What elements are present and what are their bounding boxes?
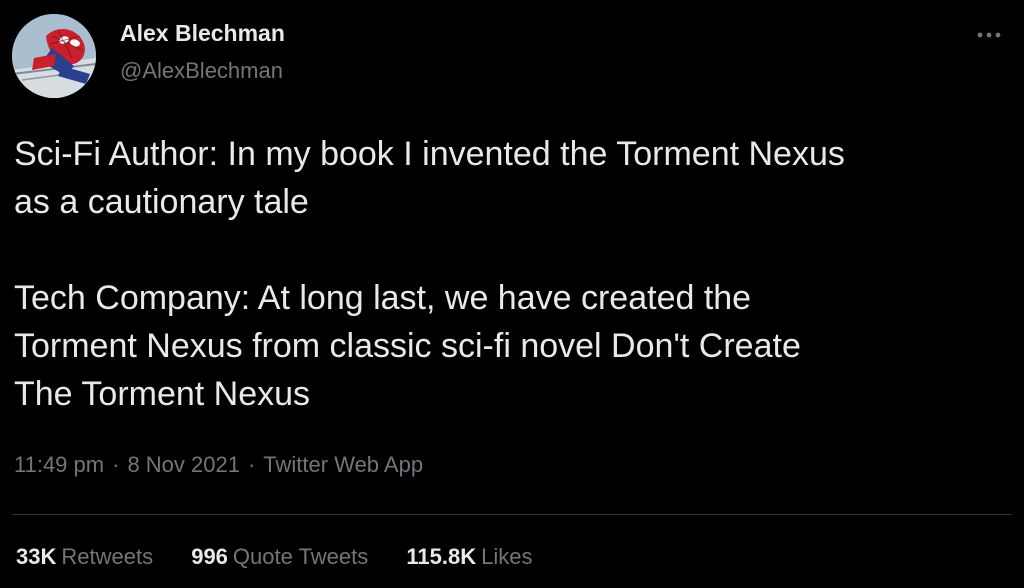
author-display-name[interactable]: Alex Blechman: [120, 22, 285, 45]
more-horizontal-icon[interactable]: [976, 30, 1002, 40]
tweet-text: Sci-Fi Author: In my book I invented the…: [14, 130, 1014, 418]
quote-tweets-stat[interactable]: 996 Quote Tweets: [191, 544, 368, 570]
avatar[interactable]: [12, 14, 96, 98]
retweets-count: 33K: [16, 544, 57, 569]
spiderman-avatar-icon: [12, 14, 96, 98]
meta-separator: ·: [247, 452, 256, 477]
author-handle[interactable]: @AlexBlechman: [120, 60, 285, 82]
tweet-stats: 33K Retweets 996 Quote Tweets 115.8K Likes: [16, 544, 564, 570]
tweet-time[interactable]: 11:49 pm: [14, 452, 104, 477]
meta-separator: ·: [112, 452, 120, 477]
likes-label: Likes: [481, 544, 533, 569]
author-info: Alex Blechman @AlexBlechman: [120, 22, 285, 82]
divider: [12, 514, 1012, 515]
retweets-stat[interactable]: 33K Retweets: [16, 544, 153, 570]
quote-tweets-label: Quote Tweets: [232, 544, 369, 569]
tweet: Alex Blechman @AlexBlechman Sci-Fi Autho…: [0, 0, 1024, 588]
tweet-date[interactable]: 8 Nov 2021: [127, 452, 240, 477]
tweet-meta: 11:49 pm · 8 Nov 2021 · Twitter Web App: [14, 452, 423, 478]
likes-stat[interactable]: 115.8K Likes: [406, 544, 532, 570]
tweet-source-link[interactable]: Twitter Web App: [263, 452, 423, 477]
retweets-label: Retweets: [61, 544, 154, 569]
quote-tweets-count: 996: [191, 544, 228, 569]
likes-count: 115.8K: [406, 544, 477, 569]
tweet-paragraph: Sci-Fi Author: In my book I invented the…: [14, 135, 845, 221]
tweet-paragraph: Tech Company: At long last, we have crea…: [14, 279, 801, 413]
